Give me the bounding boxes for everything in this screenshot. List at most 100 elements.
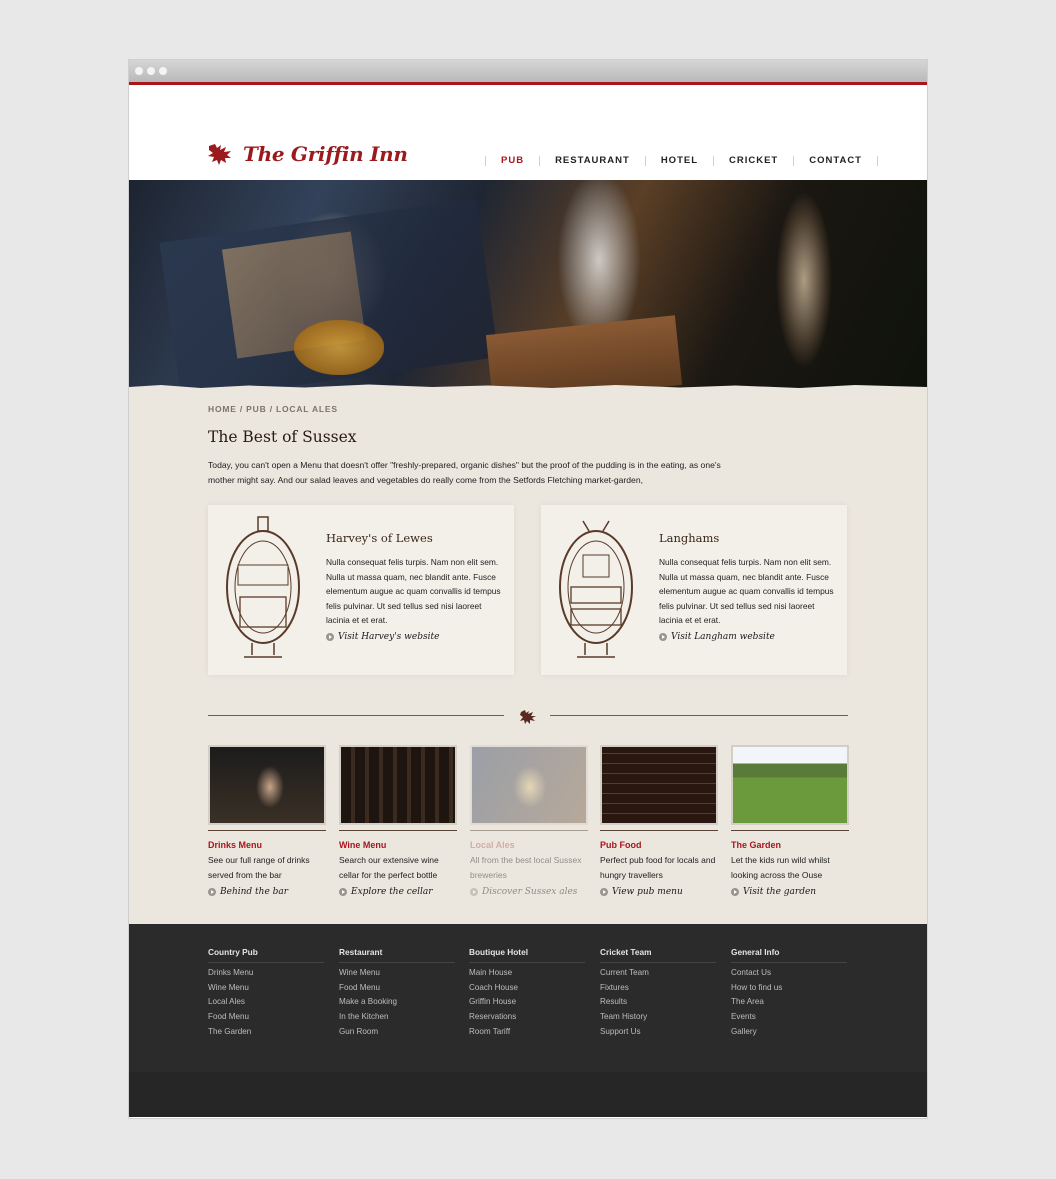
footer-link[interactable]: Contact Us xyxy=(731,966,847,981)
footer-link[interactable]: Gallery xyxy=(731,1025,847,1040)
window-close-icon[interactable] xyxy=(135,67,143,75)
thumbnail-shadow xyxy=(470,830,588,831)
feature-title[interactable]: The Garden xyxy=(731,840,849,850)
footer-link[interactable]: Make a Booking xyxy=(339,995,455,1010)
the-garden-thumbnail[interactable] xyxy=(731,745,849,825)
window-minimize-icon[interactable] xyxy=(147,67,155,75)
footer-col-cricket-team: Cricket Team Current Team Fixtures Resul… xyxy=(600,947,716,1040)
footer-link[interactable]: The Area xyxy=(731,995,847,1010)
view-pub-menu-link[interactable]: View pub menu xyxy=(600,887,718,897)
footer-link[interactable]: Food Menu xyxy=(339,981,455,996)
footer-heading: Country Pub xyxy=(208,947,324,963)
local-ales-thumbnail[interactable] xyxy=(470,745,588,825)
behind-the-bar-link[interactable]: Behind the bar xyxy=(208,887,326,897)
footer-col-general-info: General Info Contact Us How to find us T… xyxy=(731,947,847,1040)
feature-description: See our full range of drinks served from… xyxy=(208,855,310,880)
feature-local-ales: Local Ales All from the best local Susse… xyxy=(470,745,588,897)
nav-item-hotel[interactable]: HOTEL xyxy=(646,155,713,166)
footer-heading: General Info xyxy=(731,947,847,963)
footer-link[interactable]: Results xyxy=(600,995,716,1010)
feature-wine-menu: Wine Menu Search our extensive wine cell… xyxy=(339,745,457,897)
footer-link[interactable]: Gun Room xyxy=(339,1025,455,1040)
feature-title[interactable]: Drinks Menu xyxy=(208,840,326,850)
feature-title[interactable]: Local Ales xyxy=(470,840,588,850)
nav-item-contact[interactable]: CONTACT xyxy=(794,155,877,166)
pub-food-thumbnail[interactable] xyxy=(600,745,718,825)
hero-wood-block xyxy=(485,315,683,389)
link-label: Visit the garden xyxy=(743,887,817,897)
visit-harveys-link[interactable]: Visit Harvey's website xyxy=(326,632,439,642)
footer-link[interactable]: Main House xyxy=(469,966,585,981)
section-divider xyxy=(208,709,848,724)
link-label: View pub menu xyxy=(612,887,683,897)
feature-title[interactable]: Pub Food xyxy=(600,840,718,850)
page-title: The Best of Sussex xyxy=(208,428,357,446)
feature-description: All from the best local Sussex breweries xyxy=(470,855,582,880)
feature-pub-food: Pub Food Perfect pub food for locals and… xyxy=(600,745,718,897)
footer-bottom-bar xyxy=(129,1072,927,1117)
visit-langham-link[interactable]: Visit Langham website xyxy=(659,632,775,642)
thumbnail-shadow xyxy=(339,830,457,831)
explore-the-cellar-link[interactable]: Explore the cellar xyxy=(339,887,457,897)
footer-link[interactable]: Griffin House xyxy=(469,995,585,1010)
window-titlebar xyxy=(129,60,927,85)
footer-link[interactable]: How to find us xyxy=(731,981,847,996)
footer-link[interactable]: Events xyxy=(731,1010,847,1025)
browser-window: The Griffin Inn PUB RESTAURANT HOTEL CRI… xyxy=(129,60,927,1118)
breadcrumb[interactable]: HOME / PUB / LOCAL ALES xyxy=(208,404,338,414)
footer-link[interactable]: Food Menu xyxy=(208,1010,324,1025)
footer-link[interactable]: In the Kitchen xyxy=(339,1010,455,1025)
divider-line xyxy=(550,715,848,716)
nav-item-restaurant[interactable]: RESTAURANT xyxy=(540,155,645,166)
main-nav: PUB RESTAURANT HOTEL CRICKET CONTACT xyxy=(485,155,878,166)
window-maximize-icon[interactable] xyxy=(159,67,167,75)
ale-description: Nulla consequat felis turpis. Nam non el… xyxy=(326,557,501,626)
feature-drinks-menu: Drinks Menu See our full range of drinks… xyxy=(208,745,326,897)
intro-text: Today, you can't open a Menu that doesn'… xyxy=(208,460,721,485)
footer-link[interactable]: Local Ales xyxy=(208,995,324,1010)
arrow-right-icon xyxy=(731,888,739,896)
griffin-icon xyxy=(208,144,231,165)
footer-link[interactable]: Reservations xyxy=(469,1010,585,1025)
feature-description: Search our extensive wine cellar for the… xyxy=(339,855,439,880)
ale-card-langhams: Langhams Nulla consequat felis turpis. N… xyxy=(541,505,847,675)
nav-item-pub[interactable]: PUB xyxy=(486,155,539,166)
footer-col-boutique-hotel: Boutique Hotel Main House Coach House Gr… xyxy=(469,947,585,1040)
wine-menu-thumbnail[interactable] xyxy=(339,745,457,825)
langhams-badge-icon xyxy=(559,520,633,658)
arrow-right-icon xyxy=(600,888,608,896)
footer-link[interactable]: Coach House xyxy=(469,981,585,996)
footer-link[interactable]: Support Us xyxy=(600,1025,716,1040)
feature-the-garden: The Garden Let the kids run wild whilst … xyxy=(731,745,849,897)
thumbnail-shadow xyxy=(600,830,718,831)
feature-description: Let the kids run wild whilst looking acr… xyxy=(731,855,830,880)
footer-col-restaurant: Restaurant Wine Menu Food Menu Make a Bo… xyxy=(339,947,455,1040)
footer-col-country-pub: Country Pub Drinks Menu Wine Menu Local … xyxy=(208,947,324,1040)
feature-title[interactable]: Wine Menu xyxy=(339,840,457,850)
discover-sussex-ales-link[interactable]: Discover Sussex ales xyxy=(470,887,588,897)
drinks-menu-thumbnail[interactable] xyxy=(208,745,326,825)
footer-link[interactable]: Wine Menu xyxy=(339,966,455,981)
arrow-right-icon xyxy=(659,633,667,641)
site-header: The Griffin Inn PUB RESTAURANT HOTEL CRI… xyxy=(129,85,927,180)
arrow-right-icon xyxy=(470,888,478,896)
nav-separator xyxy=(876,155,878,166)
nav-item-cricket[interactable]: CRICKET xyxy=(714,155,793,166)
site-name: The Griffin Inn xyxy=(243,142,408,166)
hero-beer-glass xyxy=(294,320,384,375)
footer-link[interactable]: Room Tariff xyxy=(469,1025,585,1040)
footer-link[interactable]: Current Team xyxy=(600,966,716,981)
footer-link[interactable]: Team History xyxy=(600,1010,716,1025)
footer-link[interactable]: The Garden xyxy=(208,1025,324,1040)
footer-link[interactable]: Wine Menu xyxy=(208,981,324,996)
visit-the-garden-link[interactable]: Visit the garden xyxy=(731,887,849,897)
harveys-badge-icon xyxy=(226,516,300,658)
link-label: Behind the bar xyxy=(220,887,289,897)
footer-link[interactable]: Drinks Menu xyxy=(208,966,324,981)
footer-link[interactable]: Fixtures xyxy=(600,981,716,996)
arrow-right-icon xyxy=(208,888,216,896)
link-label: Explore the cellar xyxy=(351,887,433,897)
site-logo[interactable]: The Griffin Inn xyxy=(207,142,408,166)
ale-title: Harvey's of Lewes xyxy=(326,531,433,545)
ale-description: Nulla consequat felis turpis. Nam non el… xyxy=(659,557,834,626)
